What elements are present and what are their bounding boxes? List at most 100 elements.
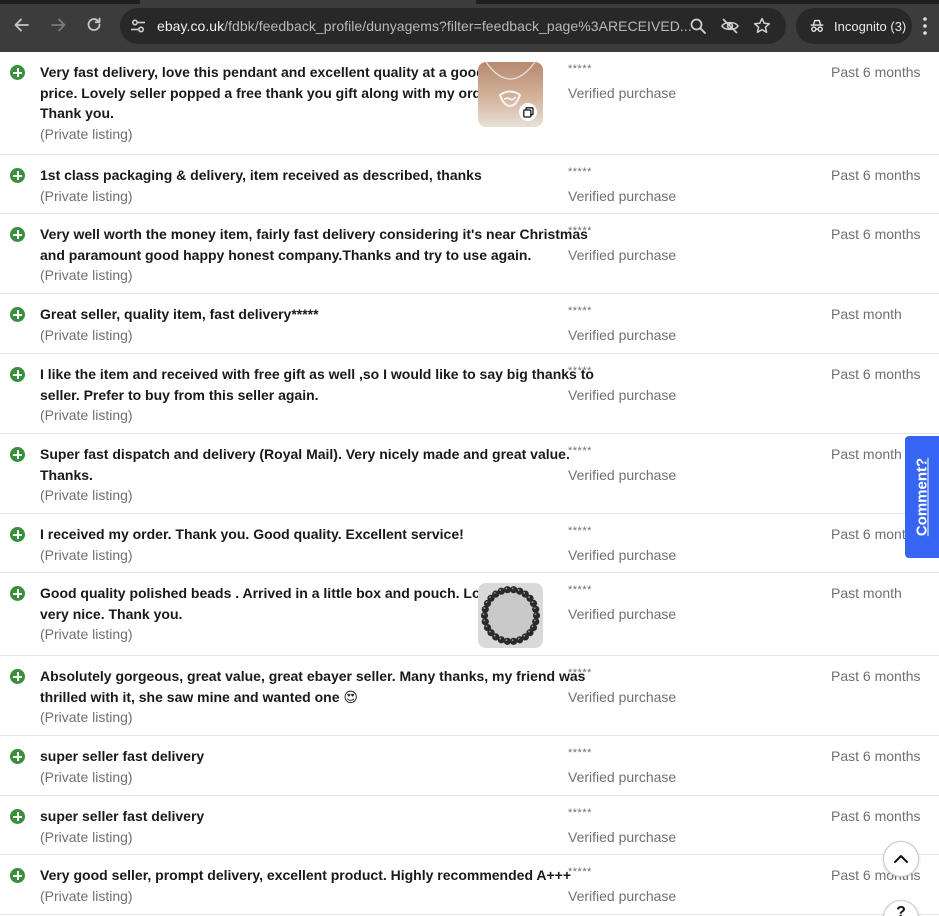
- tracking-protection-icon[interactable]: [720, 16, 740, 36]
- positive-rating-icon: [10, 868, 25, 883]
- item-listing-link[interactable]: (Private listing): [40, 407, 133, 423]
- back-button[interactable]: [8, 11, 36, 39]
- feedback-row: Good quality polished beads . Arrived in…: [0, 573, 939, 656]
- feedback-comment: Very well worth the money item, fairly f…: [40, 224, 588, 265]
- feedback-row: Very good seller, prompt delivery, excel…: [0, 855, 939, 915]
- feedback-time: Past month: [831, 446, 902, 462]
- incognito-indicator[interactable]: Incognito (3): [796, 8, 912, 44]
- comment-line: Thank you.: [40, 105, 114, 121]
- positive-rating-icon: [10, 168, 25, 183]
- positive-rating-icon: [10, 527, 25, 542]
- verified-purchase-label: Verified purchase: [568, 888, 677, 904]
- item-listing-link[interactable]: (Private listing): [40, 188, 133, 204]
- url-domain: ebay.co.uk: [157, 18, 225, 34]
- feedback-row: Super fast dispatch and delivery (Royal …: [0, 434, 939, 514]
- scroll-to-top-button[interactable]: [883, 841, 919, 877]
- item-listing-link[interactable]: (Private listing): [40, 888, 133, 904]
- feedback-row: I like the item and received with free g…: [0, 354, 939, 434]
- tab-strip: [0, 0, 939, 4]
- gallery-icon: [519, 103, 537, 121]
- comment-line: and paramount good happy honest company.…: [40, 246, 532, 263]
- item-listing-link[interactable]: (Private listing): [40, 547, 133, 563]
- item-listing-link[interactable]: (Private listing): [40, 769, 133, 785]
- feedback-time: Past 6 months: [831, 64, 921, 80]
- feedback-comment: 1st class packaging & delivery, item rec…: [40, 165, 482, 186]
- active-tab-edge: [140, 0, 476, 4]
- verified-purchase-label: Verified purchase: [568, 689, 677, 705]
- feedback-comment: I received my order. Thank you. Good qua…: [40, 524, 464, 545]
- bookmark-star-icon[interactable]: [752, 16, 772, 36]
- comment-line: very nice. Thank you.: [40, 605, 183, 622]
- verified-purchase-label: Verified purchase: [568, 829, 677, 845]
- item-listing-link[interactable]: (Private listing): [40, 487, 133, 503]
- rating-stars: *****: [568, 365, 592, 377]
- feedback-photo[interactable]: [478, 583, 543, 648]
- item-listing-link[interactable]: (Private listing): [40, 626, 133, 642]
- positive-rating-icon: [10, 669, 25, 684]
- comment-line: Very fast delivery, love this pendant an…: [40, 64, 485, 80]
- address-bar[interactable]: ebay.co.uk/fdbk/feedback_profile/dunyage…: [120, 8, 786, 44]
- arrow-right-icon: [51, 18, 66, 32]
- positive-rating-icon: [10, 749, 25, 764]
- item-listing-link[interactable]: (Private listing): [40, 829, 133, 845]
- feedback-row: Very well worth the money item, fairly f…: [0, 214, 939, 294]
- feedback-comment: Super fast dispatch and delivery (Royal …: [40, 444, 570, 485]
- url-text[interactable]: ebay.co.uk/fdbk/feedback_profile/dunyage…: [157, 18, 692, 34]
- comment-line: Great seller, quality item, fast deliver…: [40, 306, 319, 322]
- url-path: /fdbk/feedback_profile/dunyagems?filter=…: [224, 18, 692, 34]
- item-listing-link[interactable]: (Private listing): [40, 327, 133, 343]
- help-label: ?: [896, 904, 906, 916]
- feedback-photo[interactable]: [478, 62, 543, 127]
- comment-line: price. Lovely seller popped a free thank…: [40, 84, 498, 101]
- feedback-row: super seller fast delivery (Private listi…: [0, 736, 939, 796]
- comment-line: Very good seller, prompt delivery, excel…: [40, 867, 572, 883]
- positive-rating-icon: [10, 307, 25, 322]
- feedback-comment: Good quality polished beads . Arrived in…: [40, 583, 505, 624]
- rating-stars: *****: [568, 166, 592, 178]
- comment-line: Thanks.: [40, 466, 93, 483]
- feedback-row: Very fast delivery, love this pendant an…: [0, 52, 939, 155]
- zoom-icon[interactable]: [688, 16, 708, 36]
- item-listing-link[interactable]: (Private listing): [40, 126, 133, 142]
- feedback-time: Past 6 months: [831, 808, 921, 824]
- item-listing-link[interactable]: (Private listing): [40, 267, 133, 283]
- comment-line: Good quality polished beads . Arrived in…: [40, 585, 505, 601]
- feedback-time: Past month: [831, 585, 902, 601]
- verified-purchase-label: Verified purchase: [568, 769, 677, 785]
- rating-stars: *****: [568, 225, 592, 237]
- item-listing-link[interactable]: (Private listing): [40, 709, 133, 725]
- rating-stars: *****: [568, 525, 592, 537]
- browser-menu-icon[interactable]: [922, 16, 928, 36]
- verified-purchase-label: Verified purchase: [568, 188, 677, 204]
- reload-button[interactable]: [80, 11, 108, 39]
- comment-line: super seller fast delivery: [40, 748, 205, 764]
- site-settings-icon[interactable]: [128, 16, 148, 36]
- positive-rating-icon: [10, 809, 25, 824]
- feedback-time: Past 6 months: [831, 167, 921, 183]
- feedback-row: Absolutely gorgeous, great value, great …: [0, 656, 939, 736]
- arrow-left-icon: [14, 18, 29, 32]
- feedback-row: super seller fast delivery (Private listi…: [0, 796, 939, 855]
- comment-line: seller. Prefer to buy from this seller a…: [40, 386, 319, 403]
- feedback-comment: I like the item and received with free g…: [40, 364, 594, 405]
- positive-rating-icon: [10, 447, 25, 462]
- reload-icon: [87, 17, 101, 31]
- incognito-label: Incognito (3): [834, 18, 907, 34]
- rating-stars: *****: [568, 584, 592, 596]
- rating-stars: *****: [568, 807, 592, 819]
- feedback-comment: super seller fast delivery: [40, 746, 204, 767]
- verified-purchase-label: Verified purchase: [568, 467, 677, 483]
- comment-line: I like the item and received with free g…: [40, 366, 594, 382]
- rating-stars: *****: [568, 866, 592, 878]
- forward-button[interactable]: [44, 11, 72, 39]
- rating-stars: *****: [568, 445, 592, 457]
- verified-purchase-label: Verified purchase: [568, 327, 677, 343]
- feedback-comment: Very good seller, prompt delivery, excel…: [40, 865, 571, 886]
- comment-feedback-tab[interactable]: Comment?: [905, 436, 939, 558]
- rating-stars: *****: [568, 305, 592, 317]
- verified-purchase-label: Verified purchase: [568, 606, 677, 622]
- comment-line: Very well worth the money item, fairly f…: [40, 226, 588, 242]
- comment-line: Absolutely gorgeous, great value, great …: [40, 668, 586, 684]
- feedback-row: 1st class packaging & delivery, item rec…: [0, 155, 939, 214]
- feedback-time: Past 6 months: [831, 226, 921, 242]
